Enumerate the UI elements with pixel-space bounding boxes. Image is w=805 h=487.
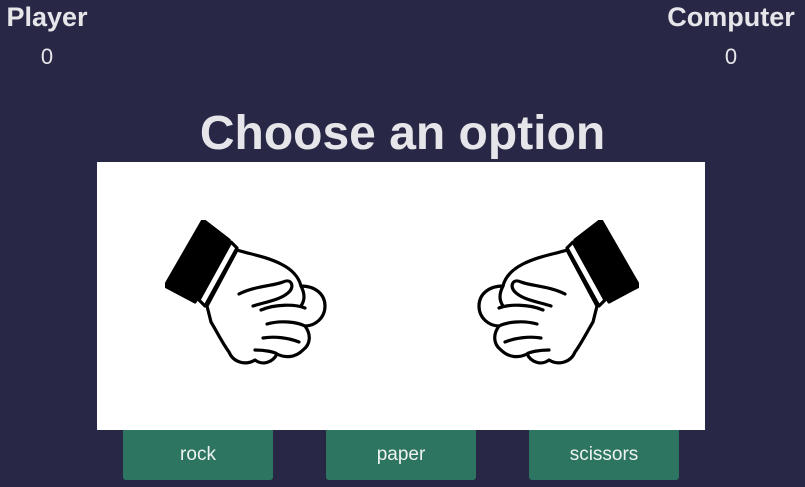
computer-hand-rock-icon [477,220,639,365]
player-score: 0 [40,44,54,69]
paper-button[interactable]: paper [326,430,476,480]
computer-label: Computer [667,2,795,32]
computer-score-panel: Computer 0 [657,0,805,72]
player-score-panel: Player 0 [0,0,94,72]
page-title: Choose an option [199,107,606,160]
rock-button[interactable]: rock [123,430,273,480]
scissors-button[interactable]: scissors [529,430,679,480]
player-hand-rock-icon [165,220,327,365]
game-stage [97,162,705,430]
computer-score: 0 [724,44,738,69]
player-label: Player [6,2,88,32]
